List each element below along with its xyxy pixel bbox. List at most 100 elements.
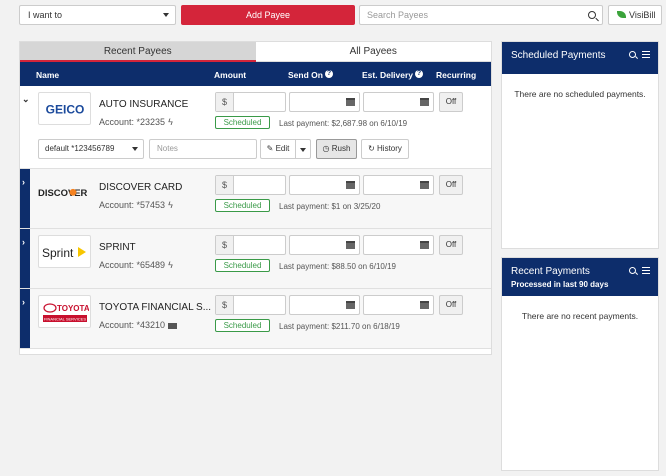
chevron-down-icon xyxy=(300,148,306,152)
payee-logo: GEICO xyxy=(38,92,91,125)
send-on-date-input[interactable] xyxy=(289,175,360,195)
payee-logo: TOYOTA FINANCIAL SERVICES xyxy=(38,295,91,328)
col-amount: Amount xyxy=(214,70,247,80)
payee-name[interactable]: TOYOTA FINANCIAL S... xyxy=(99,302,211,313)
collapse-chevron-icon[interactable]: ⌄ xyxy=(22,94,30,105)
amount-input[interactable]: $ xyxy=(215,92,286,112)
send-on-date-input[interactable] xyxy=(289,235,360,255)
amount-input[interactable]: $ xyxy=(215,235,286,255)
col-send-on-label: Send On xyxy=(288,70,323,80)
payee-account: Account: *43210 xyxy=(99,320,178,330)
col-est-delivery-label: Est. Delivery xyxy=(362,70,414,80)
search-payees-input[interactable]: Search Payees xyxy=(359,5,603,25)
amount-input[interactable]: $ xyxy=(215,175,286,195)
table-header: Name Amount Send On? Est. Delivery? Recu… xyxy=(20,62,491,86)
last-payment: Last payment: $2,687.98 on 6/10/19 xyxy=(279,119,408,128)
delivery-date-input[interactable] xyxy=(363,175,434,195)
account-number: Account: *65489 xyxy=(99,260,166,270)
delivery-date-input[interactable] xyxy=(363,235,434,255)
dollar-prefix: $ xyxy=(216,93,234,111)
delivery-date-input[interactable] xyxy=(363,295,434,315)
calendar-icon[interactable] xyxy=(420,98,429,106)
geico-logo-text: GEICO xyxy=(45,102,84,116)
expand-chevron-icon[interactable]: › xyxy=(22,237,25,247)
funding-account-value: default *123456789 xyxy=(45,144,115,153)
table-row: › DISCOVER DISCOVER CARD Account: *57453… xyxy=(20,169,491,229)
dollar-prefix: $ xyxy=(216,296,234,314)
help-icon[interactable]: ? xyxy=(415,70,424,78)
recurring-toggle[interactable]: Off xyxy=(439,235,463,255)
calendar-icon[interactable] xyxy=(346,301,355,309)
top-toolbar: I want to Add Payee Search Payees VisiBi… xyxy=(19,5,662,25)
visibill-label: VisiBill xyxy=(629,10,656,20)
recurring-toggle[interactable]: Off xyxy=(439,295,463,315)
sprint-logo: Sprint xyxy=(42,246,86,260)
expand-chevron-icon[interactable]: › xyxy=(22,297,25,307)
notes-input[interactable]: Notes xyxy=(149,139,257,159)
funding-account-select[interactable]: default *123456789 xyxy=(38,139,144,159)
search-icon[interactable] xyxy=(629,51,636,58)
leaf-icon xyxy=(617,11,626,18)
history-button[interactable]: ↻ History xyxy=(361,139,409,159)
table-row: ⌄ GEICO AUTO INSURANCE Account: *23235 ϟ … xyxy=(20,86,491,169)
expand-chevron-icon[interactable]: › xyxy=(22,177,25,187)
edit-dropdown-button[interactable] xyxy=(296,139,311,159)
history-label: History xyxy=(377,144,402,153)
payee-name[interactable]: DISCOVER CARD xyxy=(99,182,182,193)
tab-all-payees[interactable]: All Payees xyxy=(255,42,491,62)
send-on-date-input[interactable] xyxy=(289,295,360,315)
col-name: Name xyxy=(36,70,60,80)
status-badge: Scheduled xyxy=(215,199,270,212)
search-icon[interactable] xyxy=(629,267,636,274)
calendar-icon[interactable] xyxy=(420,241,429,249)
delivery-date-input[interactable] xyxy=(363,92,434,112)
add-payee-button[interactable]: Add Payee xyxy=(181,5,355,25)
geico-logo: GEICO xyxy=(45,102,84,116)
account-number: Account: *23235 xyxy=(99,117,166,127)
payee-name[interactable]: SPRINT xyxy=(99,242,136,253)
dollar-prefix: $ xyxy=(216,176,234,194)
rush-button[interactable]: ◷ Rush xyxy=(316,139,357,159)
toyota-logo-text: TOYOTA xyxy=(57,304,89,313)
edit-label: Edit xyxy=(275,144,290,153)
col-send-on: Send On? xyxy=(288,70,333,80)
visibill-button[interactable]: VisiBill xyxy=(608,5,662,25)
toyota-logo: TOYOTA FINANCIAL SERVICES xyxy=(42,302,89,322)
recurring-toggle[interactable]: Off xyxy=(439,92,463,112)
account-number: Account: *43210 xyxy=(99,320,166,330)
table-row: › Sprint SPRINT Account: *65489 ϟ $ Off S… xyxy=(20,229,491,289)
col-est-delivery: Est. Delivery? xyxy=(362,70,424,80)
list-icon[interactable] xyxy=(642,267,650,274)
rush-label: Rush xyxy=(331,144,351,153)
recent-payments-header: Recent Payments Processed in last 90 day… xyxy=(502,258,658,296)
amount-input[interactable]: $ xyxy=(215,295,286,315)
discover-logo-text: DISCOVER xyxy=(38,187,88,198)
help-icon[interactable]: ? xyxy=(324,70,333,78)
scheduled-payments-panel: Scheduled Payments There are no schedule… xyxy=(501,41,659,249)
payee-actions: default *123456789 Notes ✎ Edit ◷ Rush ↻… xyxy=(38,139,488,159)
search-placeholder: Search Payees xyxy=(367,10,429,20)
dollar-prefix: $ xyxy=(216,236,234,254)
payees-panel: Recent Payees All Payees Name Amount Sen… xyxy=(19,41,492,355)
search-icon[interactable] xyxy=(588,11,596,19)
payee-tabs: Recent Payees All Payees xyxy=(20,42,491,62)
calendar-icon[interactable] xyxy=(346,181,355,189)
calendar-icon[interactable] xyxy=(346,98,355,106)
panel-icons xyxy=(629,50,650,60)
last-payment: Last payment: $88.50 on 6/10/19 xyxy=(279,262,396,271)
calendar-icon[interactable] xyxy=(420,181,429,189)
panel-subtitle: Processed in last 90 days xyxy=(511,280,609,289)
payee-name[interactable]: AUTO INSURANCE xyxy=(99,99,188,110)
edit-icon: ✎ xyxy=(266,144,274,153)
send-on-date-input[interactable] xyxy=(289,92,360,112)
list-icon[interactable] xyxy=(642,51,650,58)
tab-recent-payees[interactable]: Recent Payees xyxy=(20,42,256,62)
chevron-down-icon xyxy=(163,13,169,17)
toyota-logo-subtext: FINANCIAL SERVICES xyxy=(43,316,85,321)
calendar-icon[interactable] xyxy=(420,301,429,309)
edit-button[interactable]: ✎ Edit xyxy=(260,139,296,159)
calendar-icon[interactable] xyxy=(346,241,355,249)
i-want-to-select[interactable]: I want to xyxy=(19,5,176,25)
recurring-toggle[interactable]: Off xyxy=(439,175,463,195)
table-row: › TOYOTA FINANCIAL SERVICES TOYOTA FINAN… xyxy=(20,289,491,349)
